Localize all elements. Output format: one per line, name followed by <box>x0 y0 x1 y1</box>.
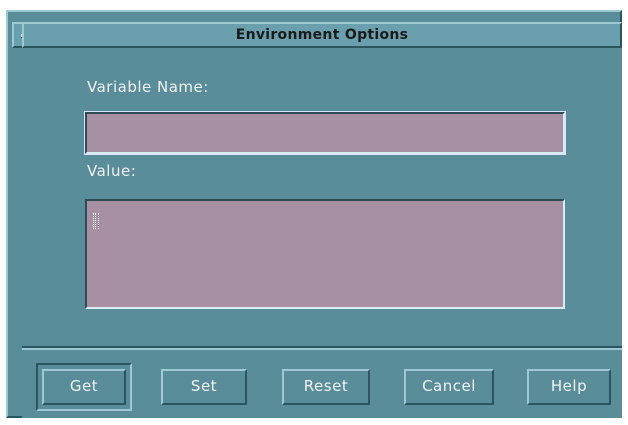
title-bar[interactable]: Environment Options <box>22 22 622 48</box>
variable-name-label: Variable Name: <box>87 78 209 96</box>
button-bar: Get Set Reset Cancel Help <box>22 350 622 418</box>
cancel-button[interactable]: Cancel <box>404 369 494 405</box>
ibeam-cursor-icon <box>93 213 99 229</box>
get-button[interactable]: Get <box>42 369 126 405</box>
window-title: Environment Options <box>235 27 409 43</box>
value-label: Value: <box>87 162 137 180</box>
dialog-content: Variable Name: Value: <box>22 48 622 346</box>
variable-name-field[interactable] <box>84 111 566 155</box>
set-button[interactable]: Set <box>161 369 247 405</box>
value-field[interactable] <box>85 199 565 309</box>
help-button[interactable]: Help <box>527 369 611 405</box>
reset-button[interactable]: Reset <box>282 369 370 405</box>
